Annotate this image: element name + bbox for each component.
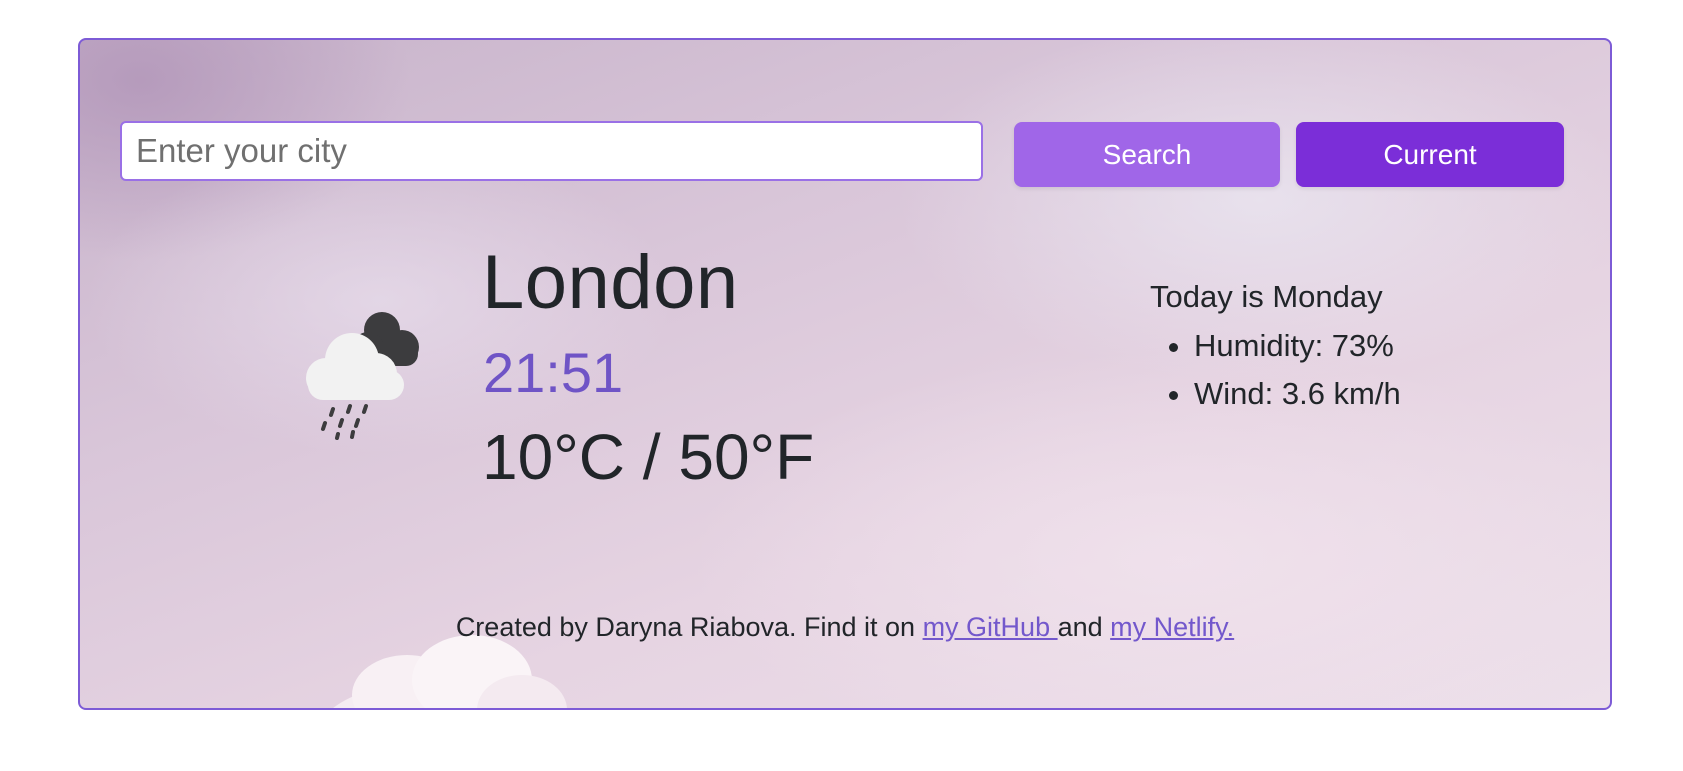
github-link[interactable]: my GitHub xyxy=(923,612,1058,642)
footer-text: Created by Daryna Riabova. Find it on xyxy=(455,612,923,642)
netlify-link[interactable]: my Netlify. xyxy=(1110,612,1234,642)
search-button[interactable]: Search xyxy=(1014,122,1280,187)
weather-details: Today is Monday Humidity: 73% Wind: 3.6 … xyxy=(1150,275,1401,418)
footer: Created by Daryna Riabova. Find it on my… xyxy=(80,612,1610,643)
current-location-button[interactable]: Current xyxy=(1296,122,1564,187)
humidity-item: Humidity: 73% xyxy=(1194,322,1401,370)
weather-details-list: Humidity: 73% Wind: 3.6 km/h xyxy=(1150,322,1401,418)
local-time: 21:51 xyxy=(483,341,624,404)
weather-card: Search Current London 21:51 10°C / 50°F xyxy=(78,38,1612,710)
footer-text-middle: and xyxy=(1057,612,1111,642)
day-of-week: Today is Monday xyxy=(1150,279,1383,314)
rain-cloud-icon xyxy=(306,312,419,440)
wind-item: Wind: 3.6 km/h xyxy=(1194,370,1401,418)
city-search-input[interactable] xyxy=(120,121,983,181)
temperature: 10°C / 50°F xyxy=(482,421,815,493)
city-name: London xyxy=(482,240,739,325)
